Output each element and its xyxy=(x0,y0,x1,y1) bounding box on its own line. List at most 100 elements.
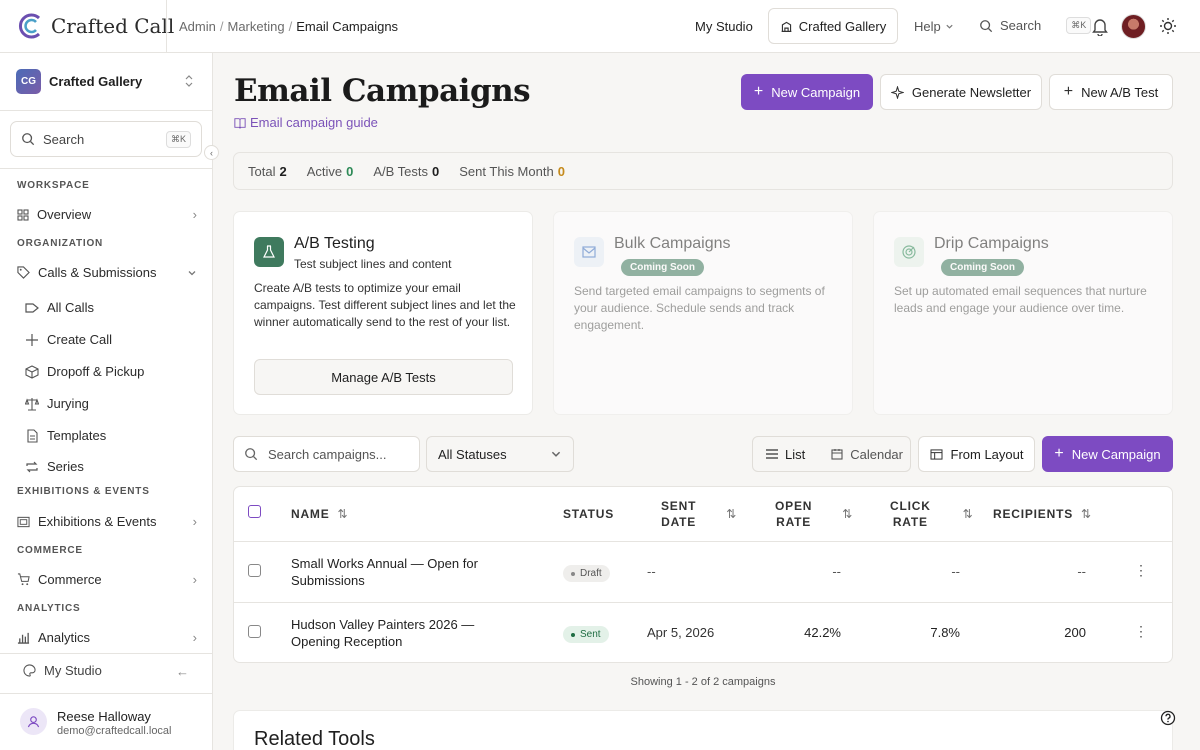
arrow-left-icon[interactable]: ← xyxy=(176,664,189,679)
sidebar-item-exhibitions[interactable]: Exhibitions & Events › xyxy=(17,514,197,529)
sidebar-search-label: Search xyxy=(43,131,85,147)
related-tools-panel: Related Tools xyxy=(233,710,1173,750)
chevron-right-icon: › xyxy=(192,514,197,529)
sidebar-subitem-label: Series xyxy=(47,459,84,474)
my-studio-link[interactable]: My Studio xyxy=(23,663,102,678)
new-campaign-button-secondary[interactable]: + New Campaign xyxy=(1042,436,1173,472)
chevron-updown-icon[interactable] xyxy=(184,75,194,87)
logo-mark-icon xyxy=(19,13,41,39)
plus-icon xyxy=(26,333,38,346)
column-header-click-rate[interactable]: CLICK RATE ⇅ xyxy=(890,487,974,541)
user-avatar[interactable] xyxy=(1121,14,1146,39)
column-header-recipients[interactable]: RECIPIENTS ⇅ xyxy=(993,487,1092,541)
new-ab-test-button[interactable]: + New A/B Test xyxy=(1049,74,1173,110)
search-icon xyxy=(980,19,993,32)
bulk-campaigns-card: Bulk Campaigns Coming Soon Send targeted… xyxy=(553,211,853,415)
layout-icon xyxy=(929,448,943,460)
divider xyxy=(0,110,212,111)
status-filter-value: All Statuses xyxy=(438,446,507,462)
campaign-search-input[interactable]: Search campaigns... xyxy=(233,436,420,472)
campaign-name[interactable]: Small Works Annual — Open for Submission… xyxy=(291,555,491,589)
card-description: Create A/B tests to optimize your email … xyxy=(254,281,516,329)
gallery-button[interactable]: Crafted Gallery xyxy=(768,8,898,44)
sidebar-item-label: Exhibitions & Events xyxy=(38,514,157,529)
sidebar-search[interactable]: Search ⌘K xyxy=(10,121,202,157)
breadcrumb-separator: / xyxy=(288,19,293,34)
stat-active: Active 0 xyxy=(306,163,354,179)
sidebar-subitem-templates[interactable]: Templates xyxy=(25,428,106,443)
section-commerce: COMMERCE xyxy=(17,545,83,556)
row-checkbox[interactable] xyxy=(248,625,261,638)
sidebar-item-overview[interactable]: Overview › xyxy=(17,207,197,222)
sidebar-subitem-label: Templates xyxy=(47,428,107,443)
column-header-name[interactable]: NAME ⇅ xyxy=(291,487,348,541)
ab-testing-card: A/B Testing Test subject lines and conte… xyxy=(233,211,533,415)
sidebar-item-calls[interactable]: Calls & Submissions xyxy=(17,265,197,280)
sidebar-item-commerce[interactable]: Commerce › xyxy=(17,572,197,587)
sidebar-subitem-dropoff[interactable]: Dropoff & Pickup xyxy=(25,364,144,379)
user-profile[interactable]: Reese Halloway demo@craftedcall.local xyxy=(0,693,212,750)
sidebar-subitem-label: All Calls xyxy=(47,300,94,315)
collapse-sidebar-button[interactable]: ‹ xyxy=(204,145,219,160)
status-filter-select[interactable]: All Statuses xyxy=(426,436,574,472)
sidebar-item-analytics[interactable]: Analytics › xyxy=(17,630,197,645)
chevron-right-icon: › xyxy=(192,207,197,222)
help-menu[interactable]: Help xyxy=(914,19,954,34)
card-title: Drip Campaigns xyxy=(934,235,1049,252)
status-badge: Sent xyxy=(563,626,609,643)
related-tools-title: Related Tools xyxy=(254,728,375,750)
pagination-summary: Showing 1 - 2 of 2 campaigns xyxy=(630,676,776,688)
select-all-checkbox[interactable] xyxy=(248,505,261,518)
generate-newsletter-button[interactable]: Generate Newsletter xyxy=(880,74,1042,110)
my-studio-link[interactable]: My Studio xyxy=(695,19,753,34)
sidebar-subitem-series[interactable]: Series xyxy=(25,459,84,474)
column-header-open-rate[interactable]: OPEN RATE ⇅ xyxy=(775,487,853,541)
bell-icon[interactable] xyxy=(1091,17,1109,36)
help-circle-icon[interactable] xyxy=(1160,710,1176,726)
sidebar-subitem-label: Create Call xyxy=(47,332,113,347)
plus-icon: + xyxy=(1054,445,1064,462)
flask-icon xyxy=(254,237,284,267)
app-logo[interactable]: Crafted Call xyxy=(17,12,174,40)
user-icon xyxy=(27,716,40,728)
campaign-search-placeholder: Search campaigns... xyxy=(268,446,387,462)
theme-toggle-icon[interactable] xyxy=(1159,17,1177,35)
gallery-button-label: Crafted Gallery xyxy=(798,18,887,34)
palette-icon xyxy=(23,664,36,677)
table-row[interactable]: Hudson Valley Painters 2026 — Opening Re… xyxy=(234,602,1172,662)
chevron-right-icon: › xyxy=(192,572,197,587)
drip-campaigns-card: Drip Campaigns Coming Soon Set up automa… xyxy=(873,211,1173,415)
column-header-status: STATUS xyxy=(563,507,615,521)
chevron-down-icon xyxy=(551,451,561,457)
topbar-search[interactable]: Search ⌘K xyxy=(979,17,1092,34)
user-avatar xyxy=(20,708,47,735)
scale-icon xyxy=(25,397,39,411)
search-icon xyxy=(22,133,35,146)
sort-icon: ⇅ xyxy=(337,507,349,521)
list-icon xyxy=(766,449,778,459)
breadcrumb-admin[interactable]: Admin xyxy=(179,19,216,34)
card-description: Set up automated email sequences that nu… xyxy=(894,284,1147,315)
column-header-sent-date[interactable]: SENT DATE ⇅ xyxy=(661,487,737,541)
breadcrumb-marketing[interactable]: Marketing xyxy=(227,19,284,34)
new-campaign-button[interactable]: + New Campaign xyxy=(741,74,873,110)
campaign-name[interactable]: Hudson Valley Painters 2026 — Opening Re… xyxy=(291,616,491,650)
sent-date: Apr 5, 2026 xyxy=(647,625,715,640)
view-list-button[interactable]: List xyxy=(753,437,818,471)
guide-link[interactable]: Email campaign guide xyxy=(234,115,378,130)
search-shortcut: ⌘K xyxy=(1066,17,1092,34)
manage-ab-tests-button[interactable]: Manage A/B Tests xyxy=(254,359,513,395)
sidebar-subitem-jurying[interactable]: Jurying xyxy=(25,396,89,411)
row-checkbox[interactable] xyxy=(248,564,261,577)
workspace-switcher[interactable]: CG Crafted Gallery xyxy=(16,69,142,94)
table-row[interactable]: Small Works Annual — Open for Submission… xyxy=(234,541,1172,602)
view-calendar-button[interactable]: Calendar xyxy=(818,437,916,471)
sidebar-subitem-create-call[interactable]: Create Call xyxy=(25,332,112,347)
new-campaign-label: New Campaign xyxy=(771,84,861,100)
row-menu-icon[interactable]: ⋮ xyxy=(1134,562,1148,579)
sidebar-subitem-all-calls[interactable]: All Calls xyxy=(25,300,94,315)
open-rate: 42.2% xyxy=(804,625,841,640)
row-menu-icon[interactable]: ⋮ xyxy=(1134,623,1148,640)
from-layout-button[interactable]: From Layout xyxy=(918,436,1035,472)
card-title: Bulk Campaigns xyxy=(614,235,731,252)
